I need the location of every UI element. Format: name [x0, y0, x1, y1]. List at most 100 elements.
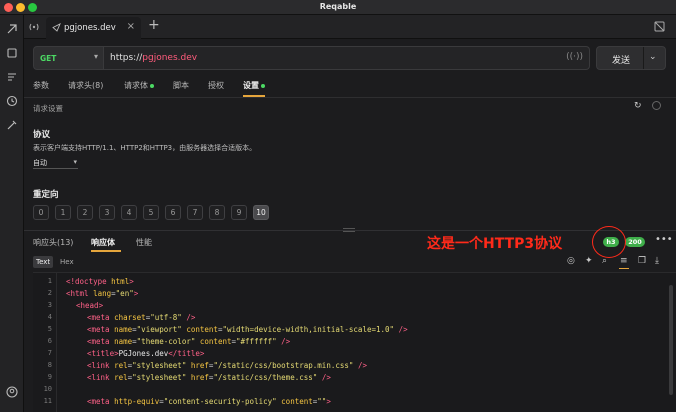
more-icon[interactable]: ••• [655, 234, 673, 245]
left-sidebar [0, 15, 24, 412]
line-number: 2 [47, 289, 52, 297]
code-line: <meta http-equiv="content-security-polic… [87, 397, 331, 406]
line-number: 8 [47, 361, 52, 369]
search-icon[interactable]: ⌕ [602, 256, 607, 266]
window-title: Reqable [319, 2, 357, 11]
send-options-chevron-icon[interactable]: ⌄ [649, 52, 657, 62]
rest-client-icon[interactable] [5, 70, 19, 84]
code-line: <link rel="stylesheet" href="/static/css… [87, 373, 331, 382]
code-line: <link rel="stylesheet" href="/static/css… [87, 361, 367, 370]
protocol-value: 自动 [33, 159, 47, 167]
protocol-title: 协议 [33, 130, 51, 140]
protocol-select[interactable]: 自动 ▾ [33, 157, 78, 169]
request-settings-label: 请求设置 [33, 104, 63, 113]
chevron-down-icon: ▾ [93, 52, 98, 61]
browser-icon[interactable]: ◎ [567, 256, 575, 266]
protocol-description: 表示客户端支持HTTP/1.1、HTTP2和HTTP3，由服务器选择合适版本。 [33, 144, 257, 152]
code-line: <meta charset="utf-8" /> [87, 313, 196, 322]
divider [24, 97, 676, 98]
redirect-option-9[interactable]: 9 [231, 205, 247, 220]
capture-icon[interactable] [5, 22, 19, 36]
redirect-option-2[interactable]: 2 [77, 205, 93, 220]
url-host: pgjones.dev [142, 53, 198, 63]
send-button[interactable]: 发送 ⌄ [596, 46, 666, 70]
annotation-text: 这是一个HTTP3协议 [427, 236, 563, 252]
redirect-option-6[interactable]: 6 [165, 205, 181, 220]
line-number: 5 [47, 325, 52, 333]
tab-auth[interactable]: 授权 [208, 80, 224, 91]
line-number: 9 [47, 373, 52, 381]
account-icon[interactable] [5, 385, 19, 399]
method-select[interactable]: GET ▾ [33, 46, 104, 70]
redirect-option-0[interactable]: 0 [33, 205, 49, 220]
tab-response-headers[interactable]: 响应头(13) [33, 237, 73, 248]
wrap-active-underline [619, 268, 629, 269]
magic-wand-icon[interactable]: ✦ [585, 256, 593, 266]
redirect-option-3[interactable]: 3 [99, 205, 115, 220]
tab-pgjones[interactable]: pgjones.dev × [46, 17, 141, 39]
active-response-tab-underline [91, 250, 121, 252]
redirect-option-8[interactable]: 8 [209, 205, 225, 220]
redirect-option-4[interactable]: 4 [121, 205, 137, 220]
line-number: 10 [43, 385, 52, 393]
tab-body-label: 请求体 [124, 81, 148, 90]
splitter-handle[interactable] [343, 228, 355, 232]
redirect-option-7[interactable]: 7 [187, 205, 203, 220]
redirect-options: 0 1 2 3 4 5 6 7 8 9 10 [33, 205, 269, 220]
annotation-circle [592, 226, 626, 258]
line-number: 1 [47, 277, 52, 285]
code-line: <meta name="theme-color" content="#fffff… [87, 337, 291, 346]
redirect-title: 重定向 [33, 190, 59, 200]
send-divider [643, 47, 644, 69]
download-icon[interactable]: ⤓ [655, 256, 659, 266]
refresh-icon[interactable]: ↻ [634, 101, 642, 111]
reset-icon[interactable] [652, 101, 661, 110]
tab-body[interactable]: 请求体 [124, 80, 154, 91]
send-icon [52, 23, 61, 32]
code-line: <!doctype html> [66, 277, 134, 286]
line-number: 4 [47, 313, 52, 321]
code-line: <meta name="viewport" content="width=dev… [87, 325, 408, 334]
copy-icon[interactable]: ❐ [638, 256, 646, 266]
line-number: 7 [47, 349, 52, 357]
tab-bar: pgjones.dev × + [24, 15, 676, 39]
url-input[interactable]: https://pgjones.dev ((·)) [104, 46, 590, 70]
collection-icon[interactable] [5, 46, 19, 60]
tab-label: pgjones.dev [64, 23, 116, 33]
vertical-scrollbar[interactable] [669, 285, 673, 395]
tab-settings[interactable]: 设置 [243, 80, 265, 91]
response-body-editor[interactable]: 1 2 3 4 5 6 7 8 9 10 11 <!doctype html> … [33, 272, 676, 412]
tab-params[interactable]: 参数 [33, 80, 49, 91]
history-icon[interactable] [5, 94, 19, 108]
method-label: GET [40, 54, 57, 63]
line-number: 6 [47, 337, 52, 345]
code-line: <title>PGJones.dev</title> [87, 349, 205, 358]
layout-icon[interactable] [654, 21, 665, 32]
line-number: 11 [43, 397, 52, 405]
broadcast-icon[interactable] [28, 21, 40, 33]
hex-mode-button[interactable]: Hex [57, 256, 77, 268]
redirect-option-10[interactable]: 10 [253, 205, 269, 220]
url-scheme: https:// [110, 53, 143, 63]
redirect-option-5[interactable]: 5 [143, 205, 159, 220]
chevron-down-icon: ▾ [73, 158, 77, 166]
title-bar: Reqable [0, 0, 676, 15]
wrap-icon[interactable]: ≡ [620, 256, 628, 266]
signal-icon[interactable]: ((·)) [566, 52, 583, 62]
tab-response-body[interactable]: 响应体 [91, 237, 115, 248]
settings-indicator-dot [261, 83, 265, 88]
tab-headers[interactable]: 请求头(8) [68, 80, 103, 91]
tools-icon[interactable] [5, 118, 19, 132]
code-line: <head> [76, 301, 104, 310]
redirect-option-1[interactable]: 1 [55, 205, 71, 220]
tab-close-icon[interactable]: × [127, 21, 135, 32]
tab-script[interactable]: 脚本 [173, 80, 189, 91]
text-mode-button[interactable]: Text [33, 256, 54, 268]
tab-performance[interactable]: 性能 [136, 237, 152, 248]
code-line: <html lang="en"> [66, 289, 139, 298]
body-indicator-dot [150, 83, 154, 88]
send-label: 发送 [612, 56, 631, 66]
line-number-gutter: 1 2 3 4 5 6 7 8 9 10 11 [33, 273, 57, 412]
add-tab-icon[interactable]: + [148, 17, 160, 33]
line-number: 3 [47, 301, 52, 309]
